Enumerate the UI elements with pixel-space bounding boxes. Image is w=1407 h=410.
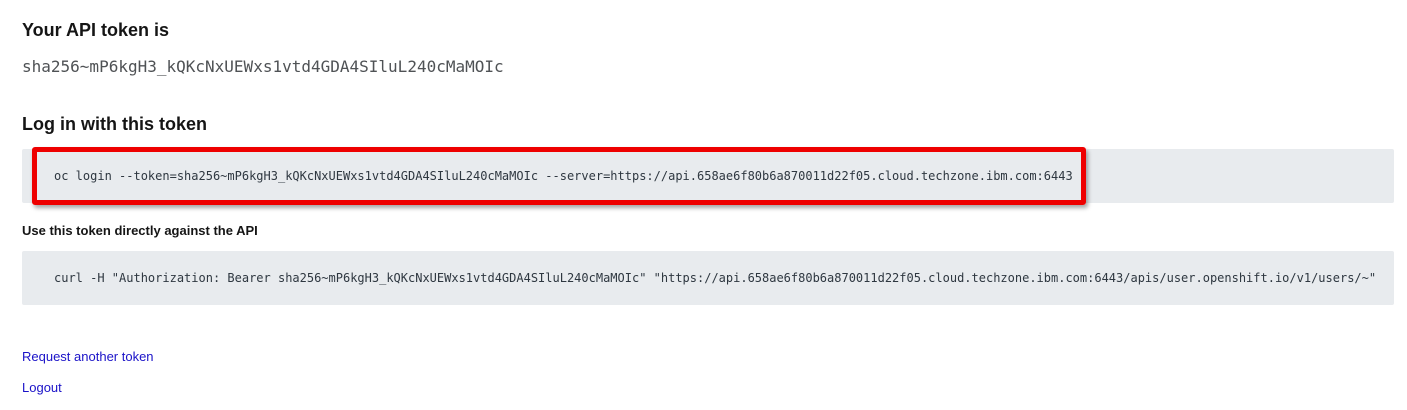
api-token-value[interactable]: sha256~mP6kgH3_kQKcNxUEWxs1vtd4GDA4SIluL… bbox=[22, 57, 504, 76]
logout-link[interactable]: Logout bbox=[22, 380, 62, 395]
login-command-block[interactable]: oc login --token=sha256~mP6kgH3_kQKcNxUE… bbox=[22, 147, 1394, 205]
api-token-heading: Your API token is bbox=[22, 20, 170, 40]
request-another-token-link[interactable]: Request another token bbox=[22, 349, 154, 364]
login-heading: Log in with this token bbox=[22, 114, 207, 134]
direct-api-heading: Use this token directly against the API bbox=[22, 223, 258, 238]
curl-command-block[interactable]: curl -H "Authorization: Bearer sha256~mP… bbox=[22, 251, 1394, 305]
curl-command[interactable]: curl -H "Authorization: Bearer sha256~mP… bbox=[54, 271, 1376, 285]
login-command[interactable]: oc login --token=sha256~mP6kgH3_kQKcNxUE… bbox=[54, 169, 1073, 183]
